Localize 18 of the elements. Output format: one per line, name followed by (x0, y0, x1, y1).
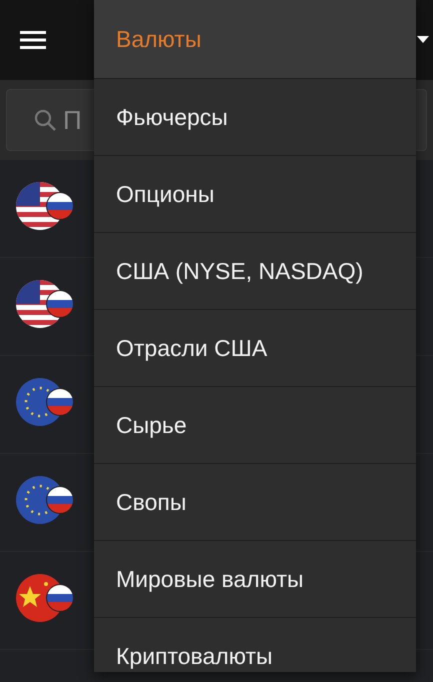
menu-item[interactable]: Опционы (94, 156, 416, 233)
russia-flag-icon (46, 584, 74, 612)
menu-item[interactable]: Мировые валюты (94, 541, 416, 618)
menu-icon[interactable] (20, 30, 46, 50)
menu-item[interactable]: Отрасли США (94, 310, 416, 387)
menu-item[interactable]: Сырье (94, 387, 416, 464)
menu-item[interactable]: Валюты (94, 0, 416, 79)
menu-item[interactable]: Свопы (94, 464, 416, 541)
menu-item[interactable]: США (NYSE, NASDAQ) (94, 233, 416, 310)
menu-item[interactable]: Фьючерсы (94, 79, 416, 156)
russia-flag-icon (46, 290, 74, 318)
search-placeholder: П (63, 107, 82, 133)
russia-flag-icon (46, 192, 74, 220)
search-icon (33, 108, 57, 132)
menu-item[interactable]: Криптовалюты (94, 618, 416, 672)
russia-flag-icon (46, 388, 74, 416)
russia-flag-icon (46, 486, 74, 514)
caret-icon[interactable] (417, 36, 429, 43)
